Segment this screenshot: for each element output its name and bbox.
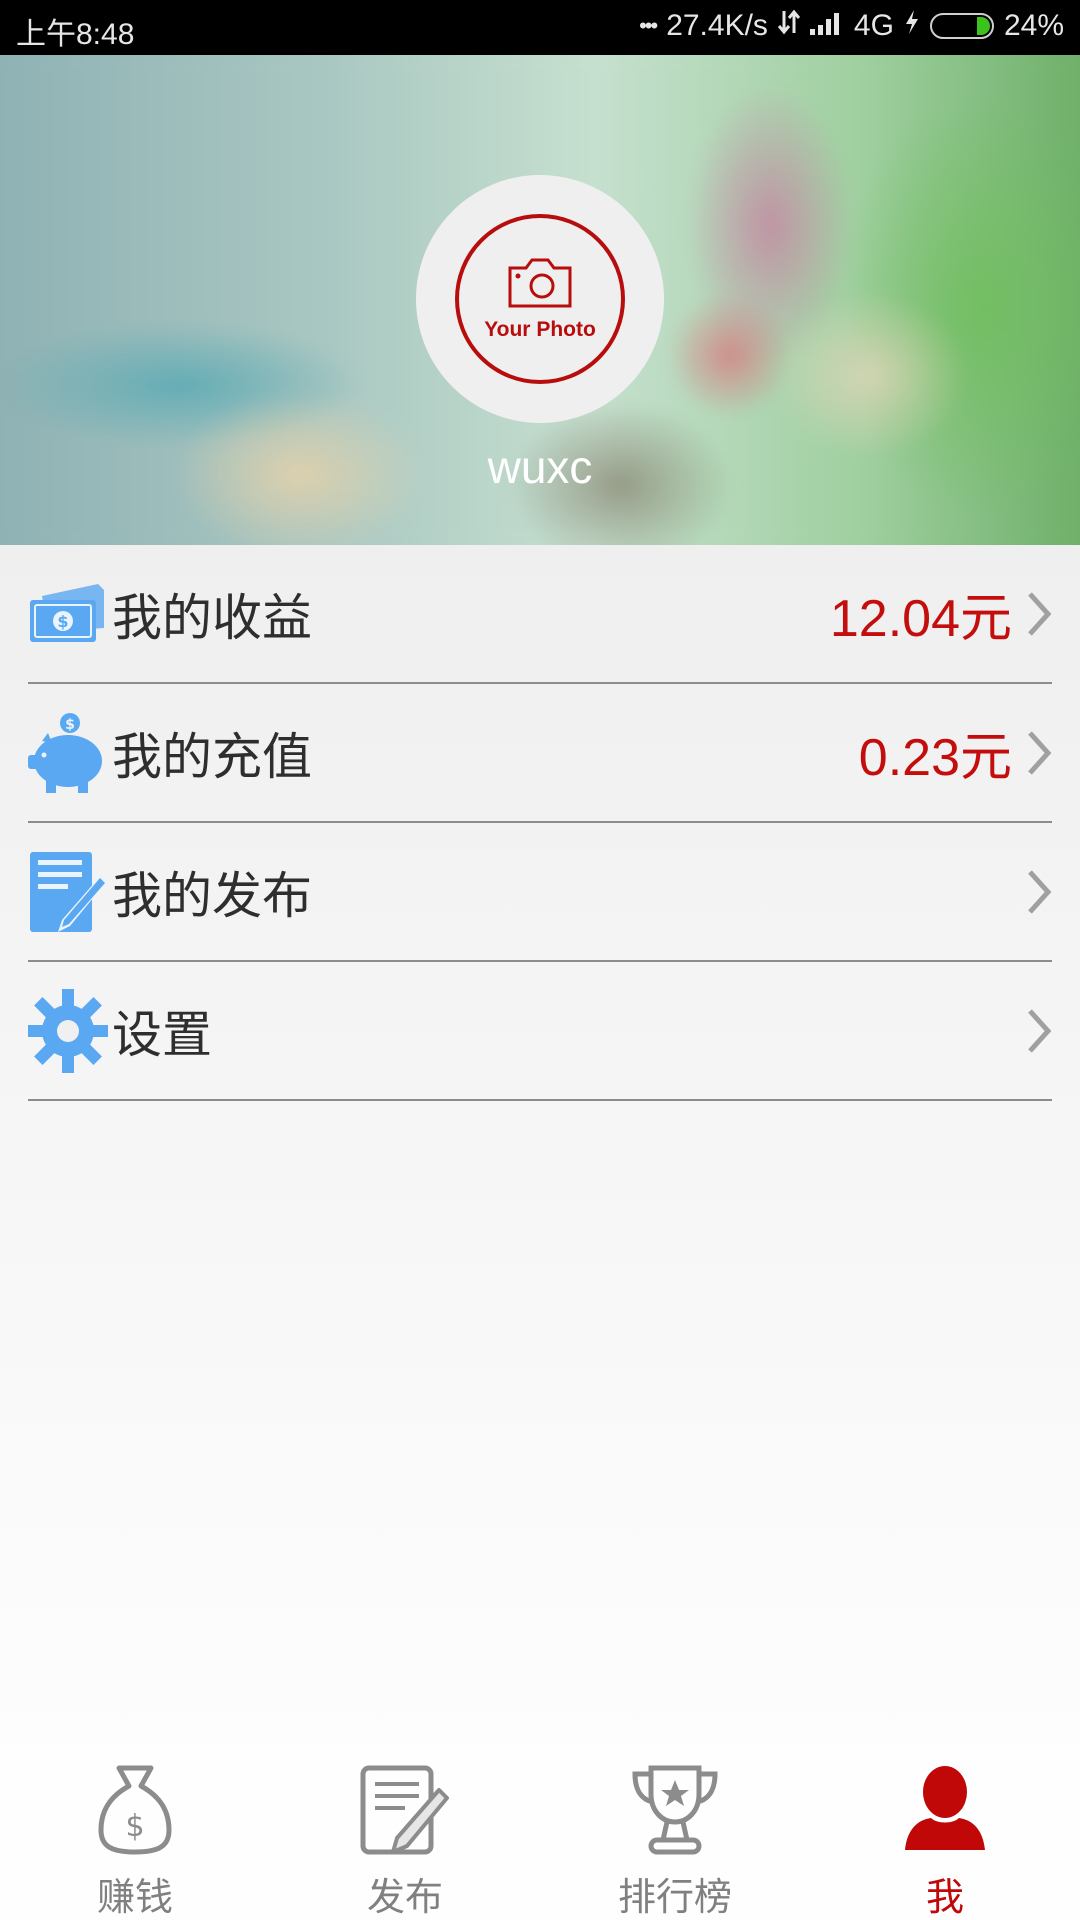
- menu-item-earnings[interactable]: $ 我的收益 12.04元: [28, 545, 1052, 684]
- recharge-amount: 0.23元: [858, 729, 1012, 787]
- battery-fill: [976, 17, 990, 35]
- tab-me[interactable]: 我: [810, 1744, 1080, 1920]
- edit-document-icon: [359, 1764, 451, 1860]
- network-speed: 27.4K/s: [666, 9, 768, 42]
- battery-icon: [929, 13, 994, 39]
- bottom-tab-bar: $ 赚钱 发布 排行榜 我: [0, 1744, 1080, 1920]
- signal-icon: [809, 9, 844, 43]
- username: wuxc: [487, 441, 593, 493]
- chevron-right-icon: [1012, 590, 1052, 638]
- money-bag-icon: $: [97, 1764, 173, 1860]
- piggy-bank-icon: $: [28, 710, 108, 796]
- chevron-right-icon: [1012, 1007, 1052, 1055]
- svg-text:$: $: [57, 612, 68, 631]
- menu-item-label: 我的充值: [112, 727, 312, 786]
- menu-list: $ 我的收益 12.04元 $ 我的充值 0.23元 我的发布 设置: [0, 545, 1080, 1744]
- edit-document-icon: [28, 849, 108, 935]
- more-notifications-icon: •••: [639, 13, 658, 38]
- menu-item-label: 设置: [112, 1005, 212, 1064]
- earnings-amount: 12.04元: [829, 590, 1012, 648]
- avatar-placeholder-label: Your Photo: [484, 318, 596, 341]
- svg-text:$: $: [125, 1809, 144, 1844]
- tab-label: 赚钱: [96, 1875, 173, 1919]
- menu-item-settings[interactable]: 设置: [28, 962, 1052, 1101]
- tab-label: 发布: [366, 1875, 443, 1919]
- trophy-icon: [629, 1764, 721, 1860]
- charging-icon: [904, 9, 920, 43]
- gear-icon: [28, 988, 108, 1074]
- status-indicators: ••• 27.4K/s 4G 24%: [639, 9, 1064, 43]
- tab-leaderboard[interactable]: 排行榜: [540, 1744, 810, 1920]
- menu-item-recharge[interactable]: $ 我的充值 0.23元: [28, 684, 1052, 823]
- profile-banner: Your Photo wuxc: [0, 55, 1080, 545]
- avatar-placeholder: Your Photo: [455, 214, 625, 384]
- battery-percent: 24%: [1003, 9, 1064, 42]
- status-bar: 上午8:48 ••• 27.4K/s 4G 24%: [0, 0, 1080, 55]
- data-transfer-icon: [777, 9, 801, 43]
- avatar-button[interactable]: Your Photo: [416, 175, 664, 423]
- menu-item-label: 我的收益: [112, 588, 312, 647]
- menu-item-my-posts[interactable]: 我的发布: [28, 823, 1052, 962]
- chevron-right-icon: [1012, 868, 1052, 916]
- svg-text:$: $: [65, 717, 75, 733]
- network-type: 4G: [853, 9, 894, 42]
- tab-publish[interactable]: 发布: [270, 1744, 540, 1920]
- camera-icon: [506, 256, 574, 312]
- status-time: 上午8:48: [16, 18, 135, 51]
- tab-label: 我: [925, 1875, 964, 1919]
- user-icon: [903, 1764, 987, 1860]
- tab-label: 排行榜: [617, 1875, 732, 1919]
- money-icon: $: [28, 571, 108, 657]
- tab-earn[interactable]: $ 赚钱: [0, 1744, 270, 1920]
- menu-item-label: 我的发布: [112, 866, 312, 925]
- chevron-right-icon: [1012, 729, 1052, 777]
